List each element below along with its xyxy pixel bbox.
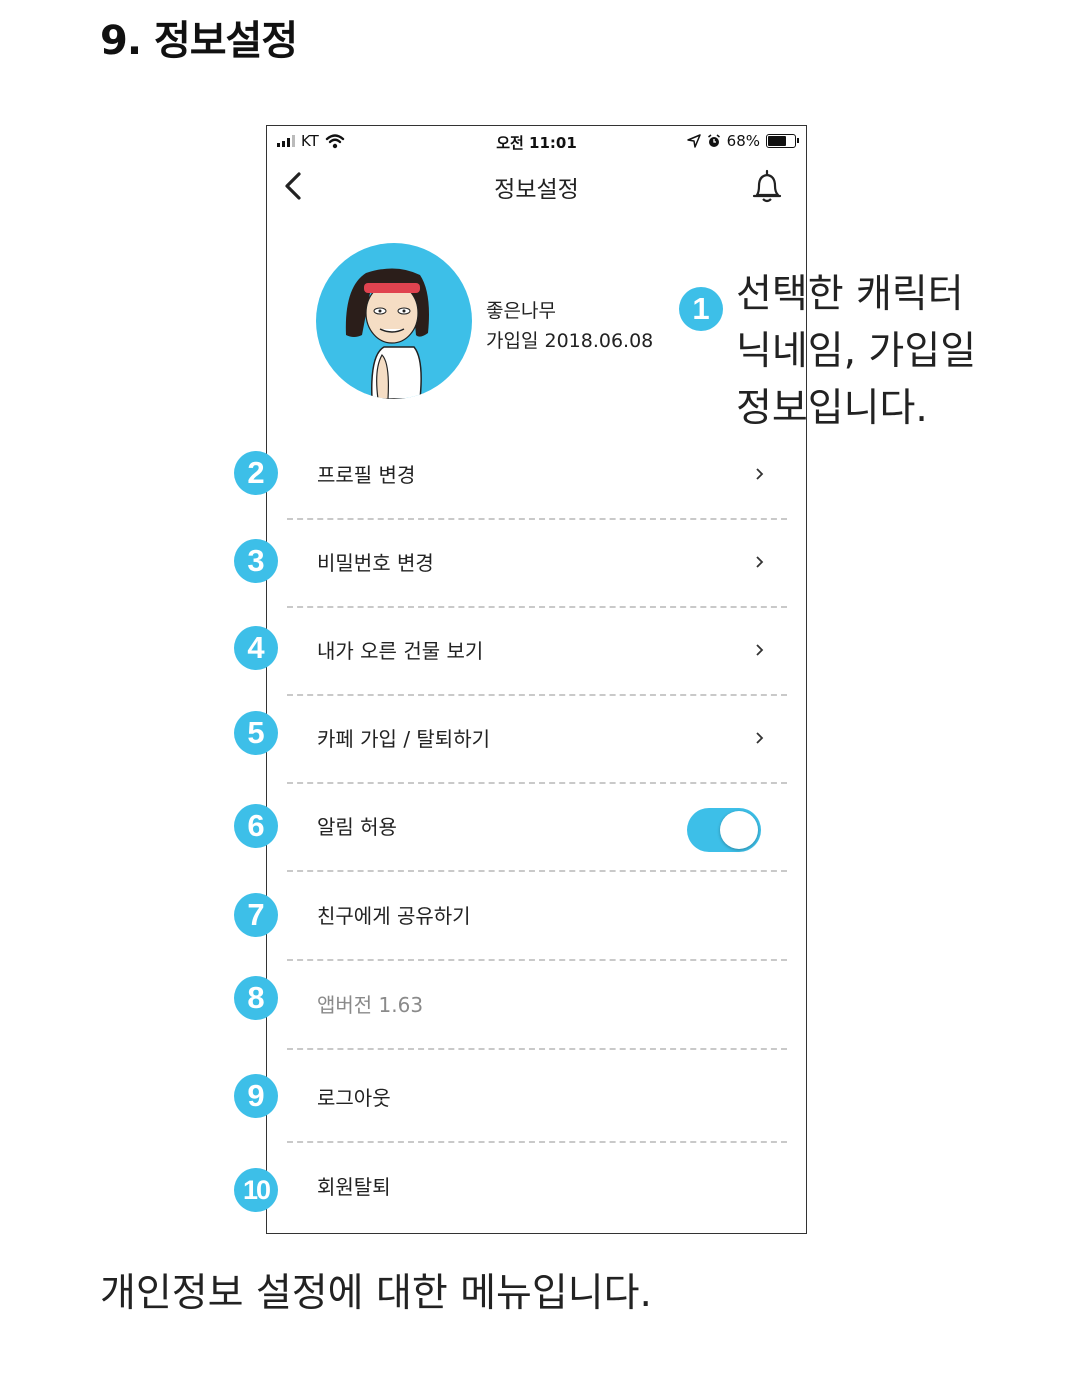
battery-level bbox=[768, 136, 786, 146]
callout-line: 선택한 캐릭터 bbox=[736, 272, 964, 317]
menu-item-label: 알림 허용 bbox=[317, 815, 397, 839]
app-version-label: 앱버전 1.63 bbox=[317, 993, 424, 1017]
nav-title: 정보설정 bbox=[494, 177, 579, 203]
alarm-icon bbox=[707, 134, 720, 147]
callout-line: 정보입니다. bbox=[736, 386, 928, 431]
annotation-badge-4: 4 bbox=[234, 626, 278, 670]
menu-item-label: 카페 가입 / 탈퇴하기 bbox=[317, 727, 491, 751]
menu-item-my-buildings[interactable]: 내가 오른 건물 보기 bbox=[287, 608, 787, 696]
profile-nickname: 좋은나무 bbox=[486, 300, 556, 322]
annotation-badge-6: 6 bbox=[234, 804, 278, 848]
annotation-badge-10: 10 bbox=[234, 1168, 278, 1212]
menu-item-withdraw[interactable]: 회원탈퇴 bbox=[287, 1144, 787, 1232]
nav-bar: 정보설정 bbox=[267, 162, 806, 212]
menu-item-label: 내가 오른 건물 보기 bbox=[317, 639, 484, 663]
character-illustration bbox=[345, 268, 429, 399]
battery-percent: 68% bbox=[726, 132, 760, 150]
chevron-right-icon bbox=[756, 644, 764, 656]
menu-item-share[interactable]: 친구에게 공유하기 bbox=[287, 873, 787, 961]
toggle-knob bbox=[720, 811, 758, 849]
annotation-badge-2: 2 bbox=[234, 451, 278, 495]
annotation-badge-3: 3 bbox=[234, 539, 278, 583]
status-right: 68% bbox=[686, 132, 799, 150]
annotation-badge-1: 1 bbox=[679, 287, 723, 331]
annotation-callout: 선택한 캐릭터 닉네임, 가입일 정보입니다. bbox=[736, 266, 976, 437]
status-bar: KT 오전 11:01 68% bbox=[267, 126, 806, 156]
chevron-right-icon bbox=[756, 732, 764, 744]
chevron-right-icon bbox=[756, 556, 764, 568]
menu-item-logout[interactable]: 로그아웃 bbox=[287, 1055, 787, 1143]
annotation-badge-5: 5 bbox=[234, 711, 278, 755]
footer-description: 개인정보 설정에 대한 메뉴입니다. bbox=[100, 1271, 652, 1316]
menu-item-label: 비밀번호 변경 bbox=[317, 551, 434, 575]
menu-item-profile-edit[interactable]: 프로필 변경 bbox=[287, 432, 787, 520]
battery-icon bbox=[766, 134, 799, 148]
annotation-badge-8: 8 bbox=[234, 976, 278, 1020]
callout-line: 닉네임, 가입일 bbox=[736, 329, 977, 374]
menu-item-notifications: 알림 허용 bbox=[287, 784, 787, 872]
phone-screenshot: KT 오전 11:01 68% 정보설정 좋은나무 가입일 2018.06.08… bbox=[266, 125, 807, 1234]
chevron-right-icon bbox=[756, 468, 764, 480]
character-avatar bbox=[316, 243, 472, 399]
annotation-badge-9: 9 bbox=[234, 1074, 278, 1118]
location-icon bbox=[686, 134, 701, 148]
menu-item-label: 로그아웃 bbox=[317, 1086, 391, 1110]
profile-join-date: 가입일 2018.06.08 bbox=[486, 330, 654, 352]
page-title: 9. 정보설정 bbox=[100, 18, 298, 64]
menu-item-label: 회원탈퇴 bbox=[317, 1175, 391, 1199]
bell-icon[interactable] bbox=[750, 168, 784, 206]
menu-item-label: 친구에게 공유하기 bbox=[317, 904, 471, 928]
menu-item-label: 프로필 변경 bbox=[317, 463, 416, 487]
notification-toggle[interactable] bbox=[687, 808, 761, 852]
menu-item-cafe-join-leave[interactable]: 카페 가입 / 탈퇴하기 bbox=[287, 696, 787, 784]
menu-item-app-version: 앱버전 1.63 bbox=[287, 962, 787, 1050]
menu-item-password-change[interactable]: 비밀번호 변경 bbox=[287, 520, 787, 608]
annotation-badge-7: 7 bbox=[234, 893, 278, 937]
